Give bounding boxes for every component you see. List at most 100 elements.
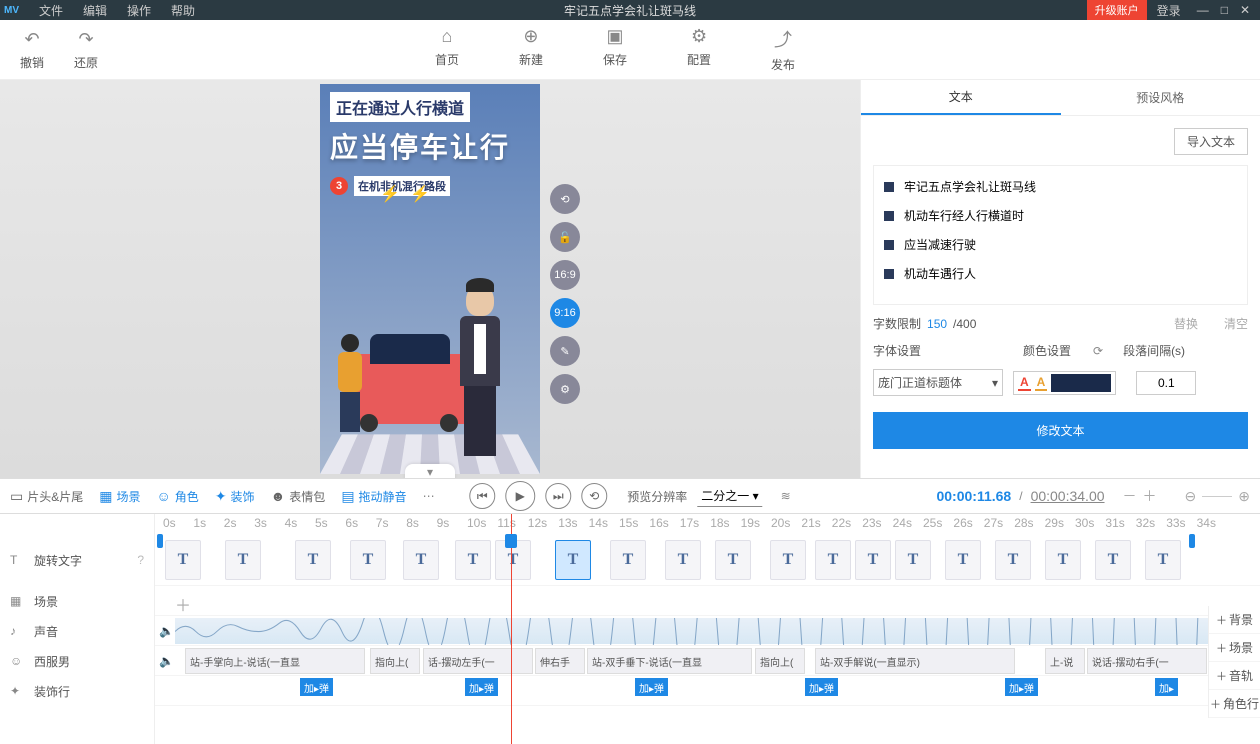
replace-link[interactable]: 替换 bbox=[1174, 315, 1198, 332]
tab-scene[interactable]: ▦场景 bbox=[99, 488, 140, 505]
text-clip[interactable]: T bbox=[1045, 540, 1081, 580]
tracks-area[interactable]: 0s1s2s3s4s5s6s7s8s9s10s11s12s13s14s15s16… bbox=[155, 514, 1260, 744]
total-time[interactable]: 00:00:34.00 bbox=[1031, 488, 1105, 504]
tab-drag-mute[interactable]: ▤拖动静音 bbox=[341, 488, 406, 505]
config-button[interactable]: ⚙配置 bbox=[687, 26, 711, 73]
audio-track[interactable]: 🔈 bbox=[155, 616, 1260, 646]
color-picker[interactable]: A A bbox=[1013, 371, 1116, 395]
video-preview[interactable]: 正在通过人行横道 应当停车让行 3 在机非机混行路段 ⚡ ⚡ bbox=[320, 84, 540, 474]
text-list[interactable]: 牢记五点学会礼让斑马线 机动车行经人行横道时 应当减速行驶 机动车遇行人 bbox=[873, 165, 1248, 305]
canvas-area[interactable]: 正在通过人行横道 应当停车让行 3 在机非机混行路段 ⚡ ⚡ ⟲ 🔓 16 bbox=[0, 80, 860, 478]
text-clip[interactable]: T bbox=[403, 540, 439, 580]
time-ruler[interactable]: 0s1s2s3s4s5s6s7s8s9s10s11s12s13s14s15s16… bbox=[155, 514, 1260, 534]
more-icon[interactable]: ⋯ bbox=[423, 489, 435, 503]
character-clip[interactable]: 上-说 bbox=[1045, 648, 1085, 674]
decoration-clip[interactable]: 加▸弹 bbox=[1005, 678, 1038, 696]
text-clip[interactable]: T bbox=[815, 540, 851, 580]
tab-preset-style[interactable]: 预设风格 bbox=[1061, 80, 1260, 115]
tab-headtail[interactable]: ▭片头&片尾 bbox=[10, 488, 83, 505]
bg-color-swatch[interactable] bbox=[1051, 374, 1111, 392]
zoom-out-button[interactable]: － bbox=[1123, 486, 1137, 506]
settings-button[interactable]: ⚙ bbox=[550, 374, 580, 404]
upgrade-button[interactable]: 升级账户 bbox=[1087, 0, 1147, 20]
help-icon[interactable]: ? bbox=[137, 553, 144, 567]
decoration-track[interactable]: 加▸弹 加▸弹 加▸弹 加▸弹 加▸弹 加▸ bbox=[155, 676, 1260, 706]
layers-icon[interactable]: ≋ bbox=[781, 489, 791, 503]
redo-button[interactable]: ↷还原 bbox=[74, 29, 98, 71]
text-item[interactable]: 牢记五点学会礼让斑马线 bbox=[880, 172, 1241, 201]
track-label-sound[interactable]: ♪声音 bbox=[0, 616, 154, 646]
text-clip[interactable]: T bbox=[295, 540, 331, 580]
maximize-icon[interactable]: □ bbox=[1215, 3, 1234, 17]
playhead[interactable] bbox=[511, 514, 512, 744]
close-icon[interactable]: ✕ bbox=[1234, 3, 1256, 17]
menu-edit[interactable]: 编辑 bbox=[73, 2, 117, 19]
save-button[interactable]: ▣保存 bbox=[603, 26, 627, 73]
ratio-9-16-button[interactable]: 9:16 bbox=[550, 298, 580, 328]
modify-text-button[interactable]: 修改文本 bbox=[873, 412, 1248, 449]
minimize-icon[interactable]: — bbox=[1191, 3, 1215, 17]
interval-input[interactable] bbox=[1136, 371, 1196, 395]
font-select[interactable]: 庞门正道标题体▾ bbox=[873, 369, 1003, 396]
zoom-in-button[interactable]: ＋ bbox=[1143, 486, 1157, 506]
text-clip[interactable]: T bbox=[610, 540, 646, 580]
tab-text[interactable]: 文本 bbox=[861, 80, 1061, 115]
loop-button[interactable]: ⟲ bbox=[581, 483, 607, 509]
next-button[interactable]: ⏭ bbox=[545, 483, 571, 509]
refresh-color-icon[interactable]: ⟳ bbox=[1093, 344, 1103, 358]
character-track[interactable]: 🔈 ⟲ 站-手掌向上-说话(一直显指向上(话-摆动左手(一伸右手站-双手垂下-说… bbox=[155, 646, 1260, 676]
track-label-rotate-text[interactable]: T旋转文字? bbox=[0, 534, 154, 586]
new-button[interactable]: ⊕新建 bbox=[519, 26, 543, 73]
zoom-fit-out-icon[interactable]: ⊖ bbox=[1185, 488, 1197, 505]
character-clip[interactable]: 伸右手 bbox=[535, 648, 585, 674]
character-clip[interactable]: 话-摆动左手(一 bbox=[423, 648, 533, 674]
edit-button[interactable]: ✎ bbox=[550, 336, 580, 366]
speaker-icon[interactable]: 🔈 bbox=[159, 654, 174, 668]
track-label-decoration[interactable]: ✦装饰行 bbox=[0, 676, 154, 706]
text-clip[interactable]: T bbox=[715, 540, 751, 580]
text-clip[interactable]: T bbox=[995, 540, 1031, 580]
decoration-clip[interactable]: 加▸弹 bbox=[635, 678, 668, 696]
text-track[interactable]: TTTTTTTTTTTTTTTTTTTT bbox=[155, 534, 1260, 586]
text-item[interactable]: 应当减速行驶 bbox=[880, 230, 1241, 259]
recenter-button[interactable]: ⟲ bbox=[550, 184, 580, 214]
text-clip[interactable]: T bbox=[225, 540, 261, 580]
text-clip[interactable]: T bbox=[895, 540, 931, 580]
add-scene-button[interactable]: ＋ bbox=[175, 592, 191, 616]
ratio-16-9-button[interactable]: 16:9 bbox=[550, 260, 580, 290]
character-clip[interactable]: 站-双手解说(一直显示) bbox=[815, 648, 1015, 674]
text-clip[interactable]: T bbox=[165, 540, 201, 580]
publish-button[interactable]: ⤴发布 bbox=[771, 26, 795, 73]
lock-button[interactable]: 🔓 bbox=[550, 222, 580, 252]
text-clip[interactable]: T bbox=[455, 540, 491, 580]
decoration-clip[interactable]: 加▸弹 bbox=[300, 678, 333, 696]
text-clip[interactable]: T bbox=[855, 540, 891, 580]
menu-help[interactable]: 帮助 bbox=[161, 2, 205, 19]
text-clip[interactable]: T bbox=[555, 540, 591, 580]
login-button[interactable]: 登录 bbox=[1147, 2, 1191, 19]
scene-track[interactable]: ＋ bbox=[155, 586, 1260, 616]
menu-action[interactable]: 操作 bbox=[117, 2, 161, 19]
clear-link[interactable]: 清空 bbox=[1224, 315, 1248, 332]
zoom-fit-in-icon[interactable]: ⊕ bbox=[1238, 488, 1250, 505]
text-clip[interactable]: T bbox=[350, 540, 386, 580]
character-clip[interactable]: 站-双手垂下-说话(一直显 bbox=[587, 648, 752, 674]
add-bg-track-button[interactable]: ＋ 背景 bbox=[1209, 606, 1260, 634]
text-clip[interactable]: T bbox=[1095, 540, 1131, 580]
preview-rate-select[interactable]: 二分之一 ▾ bbox=[697, 485, 762, 507]
tab-decoration[interactable]: ✦装饰 bbox=[215, 488, 255, 505]
character-clip[interactable]: 指向上( bbox=[370, 648, 420, 674]
text-item[interactable]: 机动车遇行人 bbox=[880, 259, 1241, 288]
track-label-scene[interactable]: ▦场景 bbox=[0, 586, 154, 616]
text-clip[interactable]: T bbox=[665, 540, 701, 580]
add-audio-track-button[interactable]: ＋ 音轨 bbox=[1209, 662, 1260, 690]
text-clip[interactable]: T bbox=[1145, 540, 1181, 580]
home-button[interactable]: ⌂首页 bbox=[435, 26, 459, 73]
decoration-clip[interactable]: 加▸弹 bbox=[465, 678, 498, 696]
character-clip[interactable]: 站-手掌向上-说话(一直显 bbox=[185, 648, 365, 674]
add-role-track-button[interactable]: ＋ 角色行 bbox=[1209, 690, 1260, 718]
character-clip[interactable]: 说话-摆动右手(一 bbox=[1087, 648, 1207, 674]
decoration-clip[interactable]: 加▸弹 bbox=[805, 678, 838, 696]
text-item[interactable]: 机动车行经人行横道时 bbox=[880, 201, 1241, 230]
decoration-clip[interactable]: 加▸ bbox=[1155, 678, 1178, 696]
